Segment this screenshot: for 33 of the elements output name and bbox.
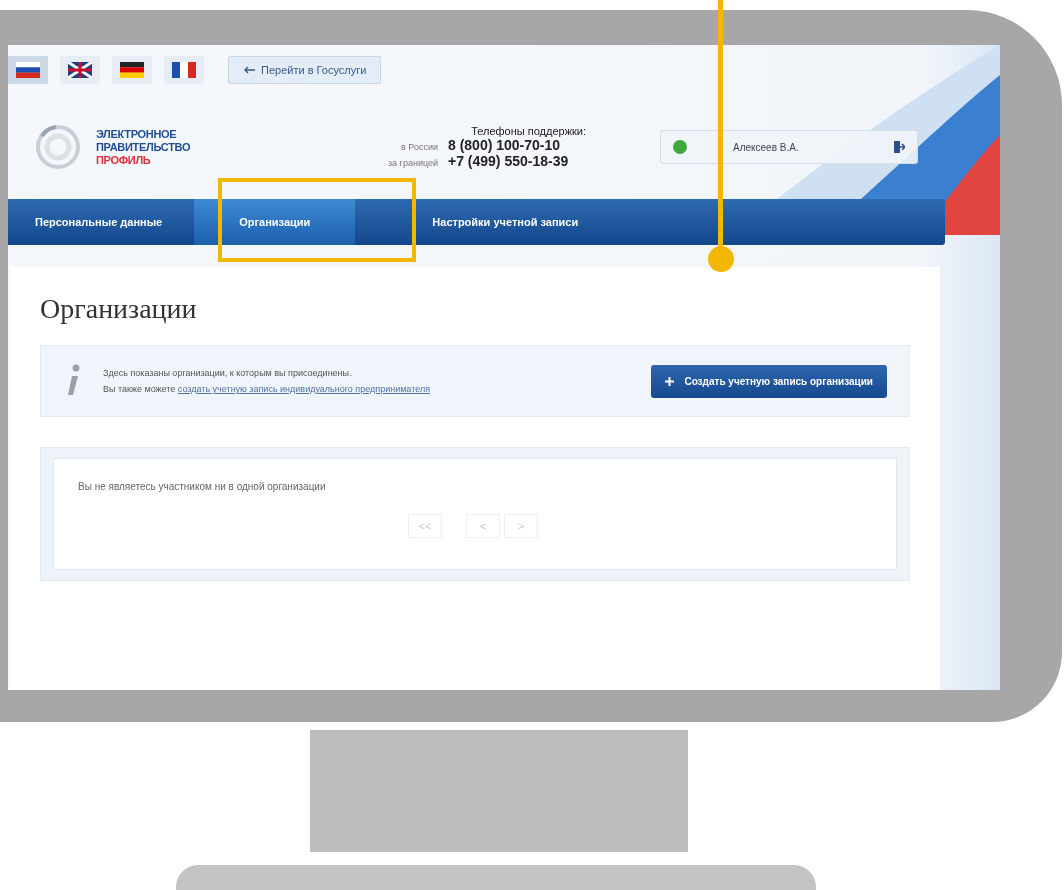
user-name: Алексеев В.А.: [732, 141, 800, 153]
nav-tab[interactable]: Организации: [194, 199, 356, 245]
arrow-left-icon: [243, 66, 255, 74]
nav-tab[interactable]: Персональные данные: [8, 199, 190, 245]
logo-text: ПРАВИТЕЛЬСТВО: [96, 140, 191, 154]
flag-icon: [16, 62, 40, 78]
phone-label: в России: [400, 142, 438, 152]
page-title: Организации: [40, 293, 198, 325]
flag-icon: [120, 62, 144, 78]
user-menu[interactable]: Алексеев В.А.: [660, 130, 918, 164]
logo-icon: [36, 124, 80, 170]
phone-label: за границей: [387, 158, 438, 168]
flag-icon: [172, 62, 196, 78]
info-text: Вы также можете создать учетную запись индивидуального предпринимателя: [103, 383, 431, 396]
info-text: Здесь показаны организации, к которым вы присоединены.: [103, 367, 353, 380]
language-flag-button[interactable]: [8, 56, 48, 84]
language-flag-button[interactable]: [112, 56, 152, 84]
flag-icon: [68, 62, 92, 78]
info-icon: [65, 364, 81, 398]
exit-icon[interactable]: [893, 140, 905, 154]
support-title: Телефоны поддержки:: [470, 125, 587, 137]
nav-tab[interactable]: Настройки учетной записи: [405, 199, 606, 245]
create-ip-link[interactable]: создать учетную запись индивидуального предпринимателя: [177, 384, 430, 394]
phone-number: +7 (499) 550-18-39: [448, 153, 569, 169]
empty-message: Вы не являетесь участником ни в одной организации: [78, 481, 327, 492]
language-flag-button[interactable]: [60, 56, 100, 84]
create-organization-button[interactable]: Создать учетную запись организации: [651, 364, 887, 398]
language-flag-button[interactable]: [164, 56, 204, 84]
plus-icon: [665, 376, 675, 386]
logo-text: ПРОФИЛЬ: [96, 153, 152, 167]
logo-text: ЭЛЕКТРОННОЕ: [96, 127, 178, 141]
phone-number: 8 (800) 100-70-10: [448, 137, 561, 153]
back-button[interactable]: Перейти в Госуслуги: [228, 56, 382, 84]
